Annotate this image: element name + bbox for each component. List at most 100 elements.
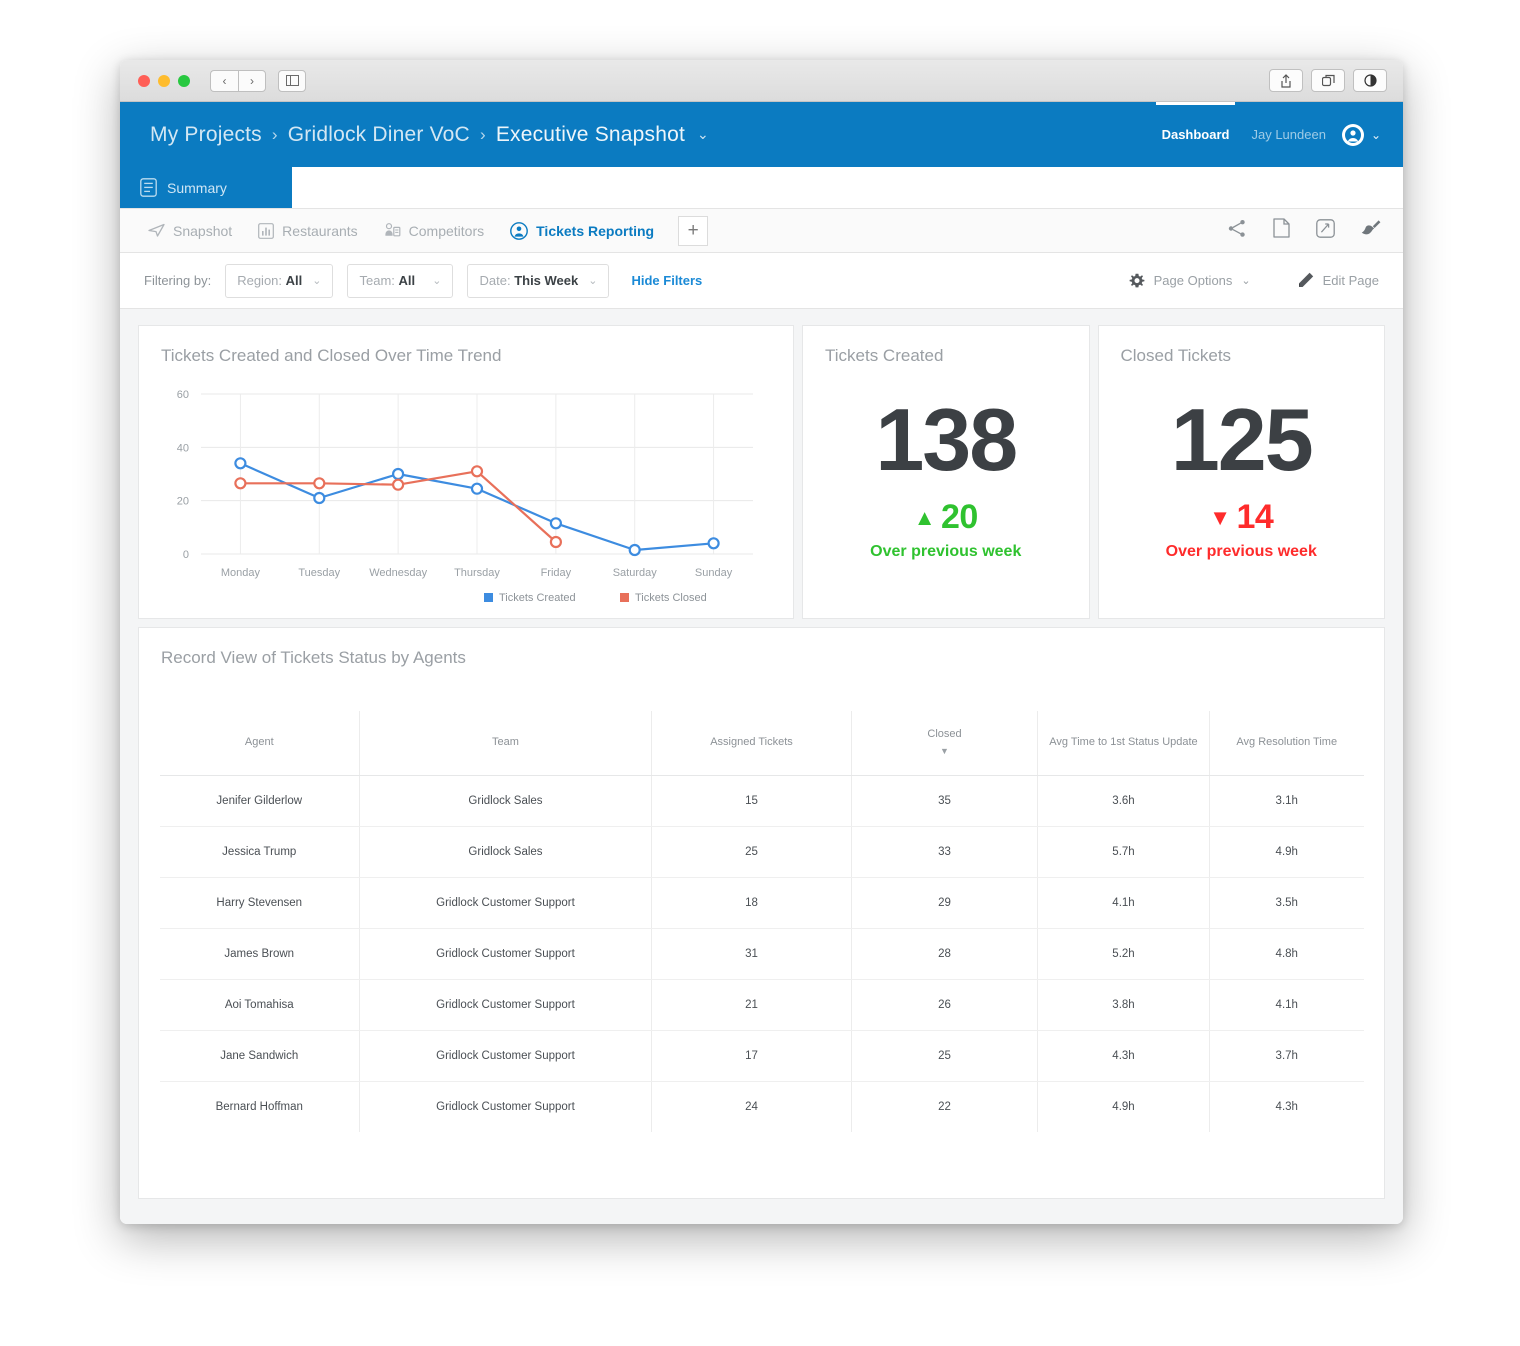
filter-date[interactable]: Date: This Week ⌄: [467, 263, 610, 298]
dashboard-body: Tickets Created and Closed Over Time Tre…: [120, 309, 1403, 1224]
minimize-window-button[interactable]: [158, 74, 170, 87]
column-header-assigned-tickets[interactable]: Assigned Tickets: [651, 711, 852, 776]
filter-region[interactable]: Region: All ⌄: [225, 263, 334, 298]
fullscreen-button[interactable]: [1316, 218, 1335, 243]
brush-icon: [1361, 219, 1381, 234]
table-row[interactable]: Jessica Trump Gridlock Sales 25 33 5.7h 4.9h: [159, 826, 1364, 878]
page-options-label: Page Options: [1153, 273, 1233, 288]
export-page-button[interactable]: [1273, 218, 1290, 243]
cell-team: Gridlock Customer Support: [359, 928, 652, 980]
chart-card-title: Tickets Created and Closed Over Time Tre…: [161, 346, 502, 365]
chevron-down-icon: ⌄: [1370, 127, 1381, 142]
agents-table: Agent Team Assigned Tickets Closed ▼ Avg…: [159, 711, 1364, 1132]
table-header-row: Agent Team Assigned Tickets Closed ▼ Avg…: [159, 711, 1364, 776]
titlebar-actions: [1269, 69, 1387, 92]
duplicate-tab-icon: [1321, 74, 1335, 87]
share-button[interactable]: [1269, 69, 1303, 92]
user-name-label: Jay Lundeen: [1251, 127, 1326, 142]
table-row[interactable]: Jenifer Gilderlow Gridlock Sales 15 35 3.6h 3…: [159, 775, 1364, 827]
table-row[interactable]: James Brown Gridlock Customer Support 31 28…: [159, 928, 1364, 980]
duplicate-tab-button[interactable]: [1311, 69, 1345, 92]
add-tab-button[interactable]: +: [678, 215, 709, 246]
user-menu[interactable]: ⌄: [1341, 123, 1381, 146]
column-header-team[interactable]: Team: [359, 711, 652, 776]
x-axis-tick: Thursday: [454, 567, 500, 579]
table-row[interactable]: Aoi Tomahisa Gridlock Customer Support 21 2…: [159, 979, 1364, 1031]
tab-tickets-reporting-label: Tickets Reporting: [536, 222, 655, 239]
table-row[interactable]: Jane Sandwich Gridlock Customer Support 17…: [159, 1030, 1364, 1082]
share-page-button[interactable]: [1227, 219, 1247, 243]
filter-region-name: Region: [237, 273, 279, 288]
column-header-team-label: Team: [492, 735, 519, 748]
cell-agent: Jane Sandwich: [159, 1030, 360, 1082]
tab-competitors[interactable]: Competitors: [384, 222, 484, 239]
cell-agent: Aoi Tomahisa: [159, 979, 360, 1031]
sidebar-item-summary[interactable]: Summary: [120, 167, 292, 208]
kpi2-delta-value: 14: [1236, 498, 1274, 536]
data-point: [628, 543, 641, 557]
cell-assigned: 21: [651, 979, 852, 1031]
forward-button[interactable]: ›: [238, 69, 266, 92]
tab-tickets-reporting[interactable]: Tickets Reporting: [510, 221, 655, 240]
data-point: [392, 467, 405, 481]
maximize-window-button[interactable]: [178, 74, 190, 87]
back-button[interactable]: ‹: [210, 69, 238, 92]
cell-closed: 28: [851, 928, 1038, 980]
breadcrumb-item-current[interactable]: Executive Snapshot: [496, 123, 685, 147]
cell-team: Gridlock Customer Support: [359, 979, 652, 1031]
pencil-icon: [1298, 272, 1313, 287]
page-options-button[interactable]: Page Options ⌄: [1129, 273, 1251, 289]
breadcrumb-item-projects[interactable]: My Projects: [150, 123, 262, 147]
chart-card: Tickets Created and Closed Over Time Tre…: [138, 325, 794, 619]
column-header-closed[interactable]: Closed ▼: [851, 711, 1038, 776]
tab-restaurants[interactable]: Restaurants: [258, 222, 358, 239]
cell-agent: Jenifer Gilderlow: [159, 775, 360, 827]
cell-resolution: 4.3h: [1275, 1100, 1298, 1113]
cell-resolution: 4.8h: [1209, 928, 1364, 980]
share-icon: [1228, 219, 1245, 237]
cell-resolution: 4.9h: [1209, 826, 1364, 878]
appearance-button[interactable]: [1353, 69, 1387, 92]
table-row[interactable]: Harry Stevensen Gridlock Customer Support…: [159, 877, 1364, 929]
table-row[interactable]: Bernard Hoffman Gridlock Customer Support…: [159, 1081, 1364, 1132]
cell-closed: 29: [851, 877, 1038, 929]
app-header: My Projects › Gridlock Diner VoC › Execu…: [120, 102, 1403, 167]
tab-actions: [1227, 218, 1381, 243]
sidebar-item-summary-label: Summary: [167, 179, 227, 196]
header-tab-dashboard[interactable]: Dashboard: [1155, 102, 1236, 167]
sidebar-toggle-button[interactable]: [278, 69, 306, 92]
gear-icon: [1129, 273, 1145, 287]
column-header-avg-first-update[interactable]: Avg Time to 1st Status Update: [1037, 711, 1210, 776]
tab-snapshot-label: Snapshot: [173, 222, 233, 239]
filter-team[interactable]: Team: All ⌄: [347, 263, 454, 298]
filter-region-value: All: [285, 273, 303, 288]
theme-brush-button[interactable]: [1361, 219, 1381, 243]
column-header-avg-resolution[interactable]: Avg Resolution Time: [1209, 711, 1364, 776]
cell-resolution: 3.5h: [1209, 877, 1364, 929]
column-header-closed-label: Closed: [927, 728, 962, 740]
tab-competitors-label: Competitors: [408, 222, 485, 239]
bar-chart-icon: [258, 222, 275, 239]
column-header-agent[interactable]: Agent: [159, 711, 360, 776]
tab-snapshot[interactable]: Snapshot: [148, 223, 232, 239]
breadcrumb-item-project[interactable]: Gridlock Diner VoC: [288, 123, 470, 147]
trend-chart[interactable]: 0 20 40 60 Monday Tuesday Wednesday Thursday Fri…: [139, 374, 795, 618]
x-axis-tick: Friday: [541, 567, 572, 579]
page-icon: [1273, 218, 1290, 238]
competitors-icon: [385, 223, 401, 237]
kpi2-delta: ▼ 14: [1099, 498, 1385, 537]
trend-chart-svg: 0 20 40 60 Monday Tuesday Wednesday Thursday Fri…: [177, 389, 753, 604]
breadcrumb: My Projects › Gridlock Diner VoC › Execu…: [150, 123, 709, 147]
hide-filters-link[interactable]: Hide Filters: [631, 273, 702, 288]
document-list-icon: [140, 178, 157, 197]
close-window-button[interactable]: [138, 74, 150, 87]
chevron-down-icon[interactable]: ⌄: [697, 126, 709, 143]
kpi1-subtext: Over previous week: [870, 543, 1022, 560]
x-axis-tick: Sunday: [695, 567, 733, 579]
kpi-card-tickets-created: Tickets Created 138 ▲ 20 Over previous we…: [802, 325, 1090, 619]
data-point: [549, 535, 562, 549]
edit-page-button[interactable]: Edit Page: [1297, 272, 1379, 289]
data-point: [234, 477, 247, 490]
cell-assigned: 17: [651, 1030, 852, 1082]
data-point: [470, 465, 484, 478]
